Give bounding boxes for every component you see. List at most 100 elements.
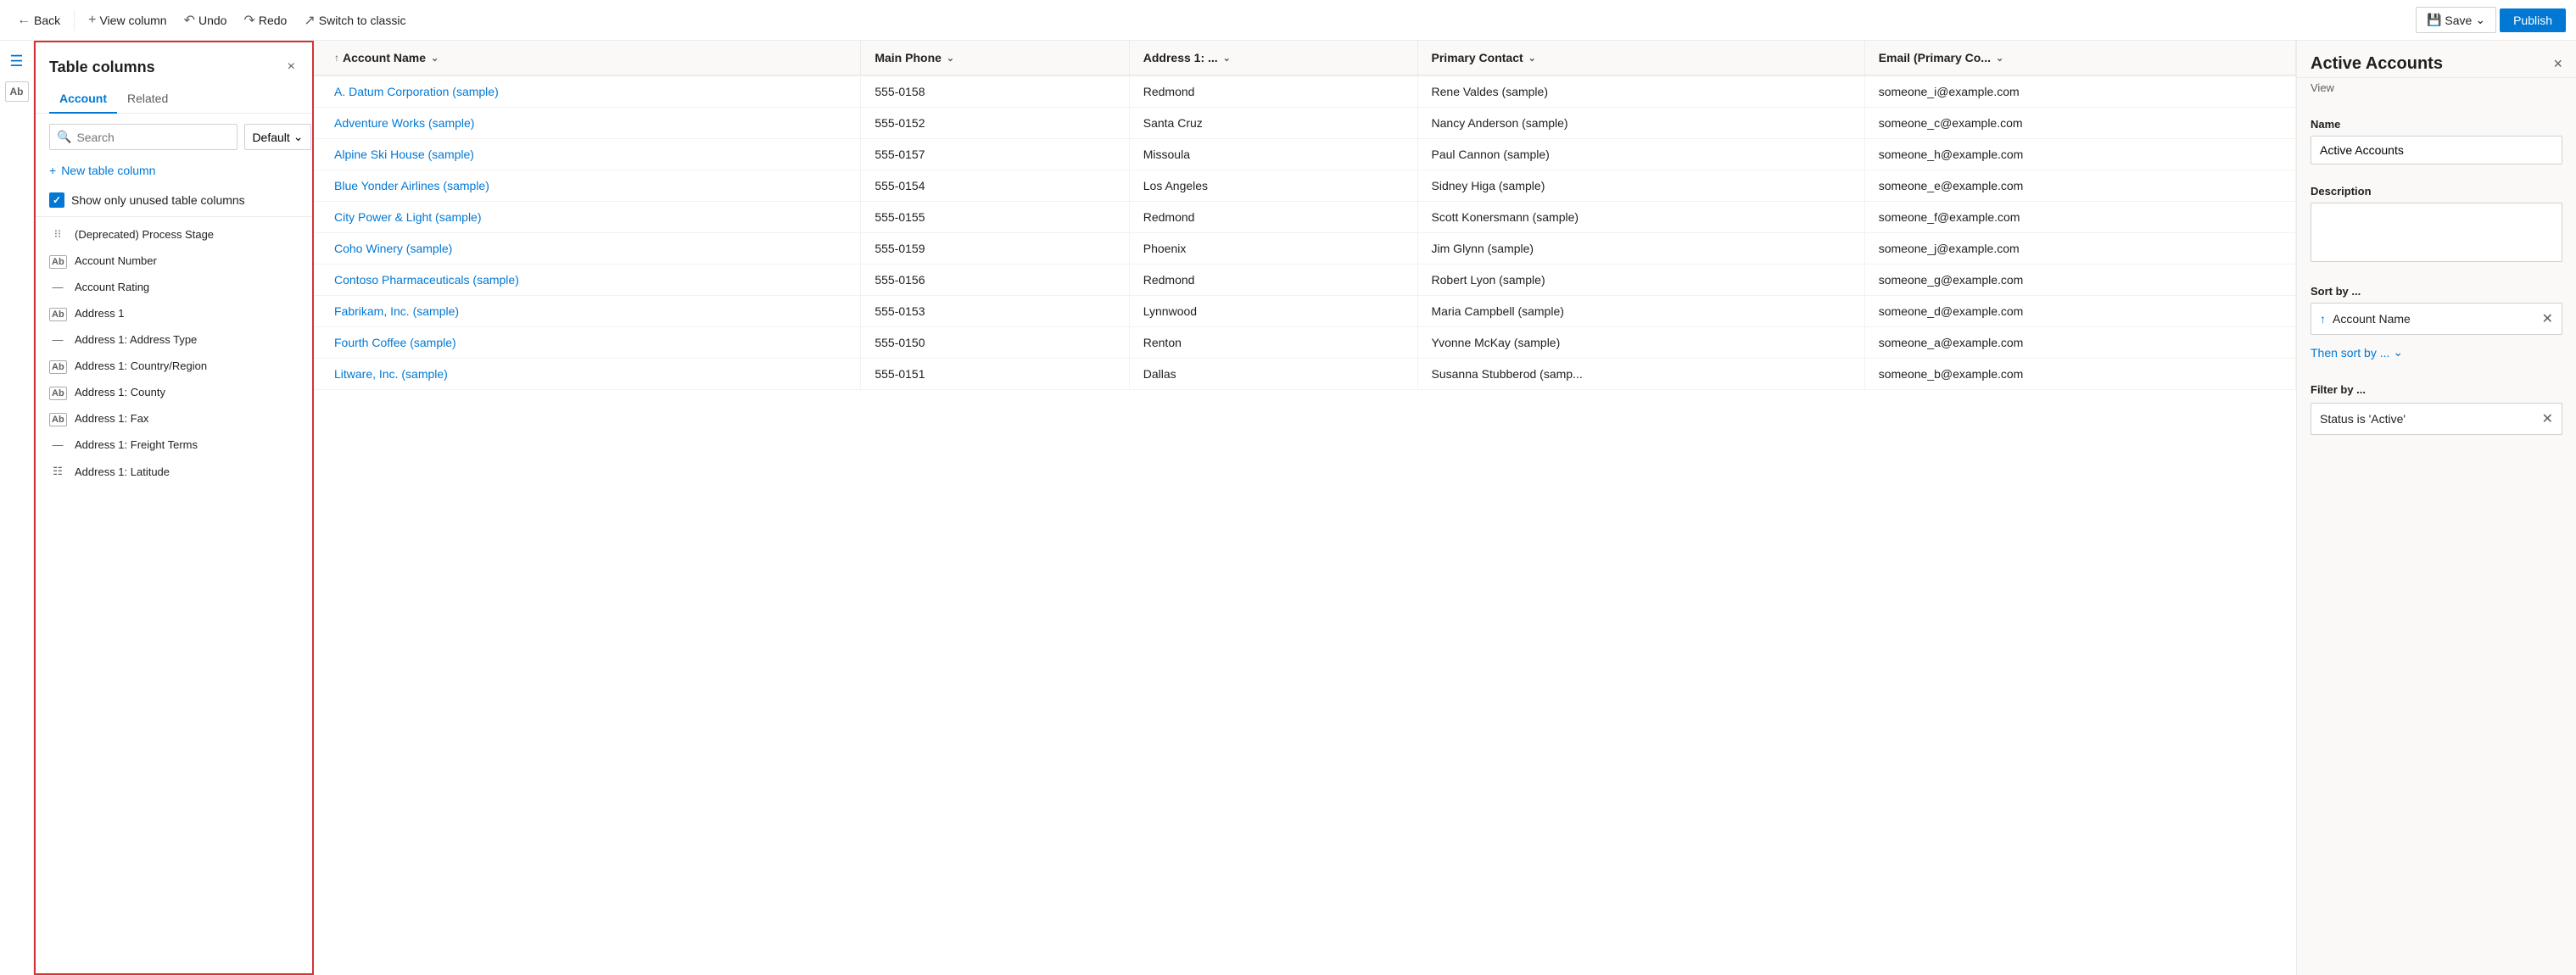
list-item[interactable]: — Address 1: Freight Terms [36, 432, 312, 458]
default-dropdown[interactable]: Default ⌄ [244, 124, 310, 150]
col-header-label: Account Name [343, 51, 426, 64]
col-header-chevron-icon: ⌄ [947, 53, 954, 64]
rp-close-button[interactable]: × [2553, 55, 2562, 73]
new-column-button[interactable]: + New table column [49, 160, 155, 181]
table-row[interactable]: Contoso Pharmaceuticals (sample)555-0156… [314, 265, 2296, 296]
filter-remove-button[interactable]: ✕ [2542, 410, 2553, 427]
col-name-label: Address 1: Latitude [75, 465, 299, 478]
account-link[interactable]: Alpine Ski House (sample) [334, 148, 474, 161]
account-link[interactable]: Fabrikam, Inc. (sample) [334, 304, 459, 318]
search-box: 🔍 [49, 124, 237, 150]
table-header-cell[interactable]: ↑Account Name⌄ [314, 41, 861, 75]
rp-description-textarea[interactable] [2311, 203, 2562, 262]
redo-button[interactable]: ↷ Redo [237, 8, 293, 32]
list-item[interactable]: Ab Address 1: County [36, 379, 312, 405]
account-link[interactable]: A. Datum Corporation (sample) [334, 85, 499, 98]
col-header-chevron-icon: ⌄ [1223, 53, 1231, 64]
publish-button[interactable]: Publish [2500, 8, 2566, 32]
filter-value-label: Status is 'Active' [2320, 412, 2535, 426]
table-cell: Dallas [1129, 359, 1417, 390]
list-item[interactable]: Ab Address 1 [36, 300, 312, 326]
table-row[interactable]: Adventure Works (sample)555-0152Santa Cr… [314, 108, 2296, 139]
list-item[interactable]: ⁝⁝ (Deprecated) Process Stage [36, 220, 312, 248]
table-cell: 555-0154 [861, 170, 1129, 202]
then-sort-button[interactable]: Then sort by ... ⌄ [2311, 342, 2403, 363]
rp-title: Active Accounts [2311, 54, 2443, 74]
redo-icon: ↷ [243, 12, 254, 29]
list-item[interactable]: Ab Address 1: Fax [36, 405, 312, 432]
table-row[interactable]: A. Datum Corporation (sample)555-0158Red… [314, 75, 2296, 108]
save-button[interactable]: 💾 Save ⌄ [2416, 7, 2496, 33]
table-cell: 555-0152 [861, 108, 1129, 139]
list-item[interactable]: ☷ Address 1: Latitude [36, 458, 312, 485]
undo-button[interactable]: ↶ Undo [177, 8, 234, 32]
toolbar-separator-1 [74, 10, 75, 31]
table-row[interactable]: Alpine Ski House (sample)555-0157Missoul… [314, 139, 2296, 170]
col-header-chevron-icon: ⌄ [431, 53, 439, 64]
account-link[interactable]: Contoso Pharmaceuticals (sample) [334, 273, 519, 287]
show-unused-checkbox[interactable] [49, 192, 64, 208]
list-item[interactable]: Ab Address 1: Country/Region [36, 353, 312, 379]
panel-close-button[interactable]: × [284, 56, 299, 78]
table-cell: Robert Lyon (sample) [1417, 265, 1864, 296]
account-link[interactable]: Adventure Works (sample) [334, 116, 474, 130]
toolbar-right: 💾 Save ⌄ Publish [2416, 7, 2566, 33]
rp-name-input[interactable] [2311, 136, 2562, 164]
table-header-cell[interactable]: Email (Primary Co...⌄ [1864, 41, 2295, 75]
col-name-label: Address 1: Country/Region [75, 359, 299, 372]
back-icon: ← [17, 13, 31, 28]
table-row[interactable]: Fabrikam, Inc. (sample)555-0153LynnwoodM… [314, 296, 2296, 327]
table-cell: Scott Konersmann (sample) [1417, 202, 1864, 233]
table-cell: Alpine Ski House (sample) [314, 139, 861, 170]
main-layout: ☰ Ab Table columns × Account Related 🔍 D… [0, 41, 2576, 975]
col-header-label: Main Phone [874, 51, 942, 64]
col-header-label: Address 1: ... [1143, 51, 1218, 64]
switch-classic-label: Switch to classic [319, 14, 406, 27]
search-input[interactable] [76, 131, 230, 144]
tab-account[interactable]: Account [49, 85, 117, 114]
account-link[interactable]: Coho Winery (sample) [334, 242, 452, 255]
rp-subtitle: View [2297, 78, 2576, 104]
table-row[interactable]: Blue Yonder Airlines (sample)555-0154Los… [314, 170, 2296, 202]
panel-search-row: 🔍 Default ⌄ [36, 114, 312, 157]
table-row[interactable]: City Power & Light (sample)555-0155Redmo… [314, 202, 2296, 233]
redo-label: Redo [259, 14, 287, 27]
col-type-icon: ⁝⁝ [49, 227, 66, 241]
list-item[interactable]: Ab Account Number [36, 248, 312, 274]
account-link[interactable]: Blue Yonder Airlines (sample) [334, 179, 489, 192]
table-row[interactable]: Fourth Coffee (sample)555-0150RentonYvon… [314, 327, 2296, 359]
table-row[interactable]: Litware, Inc. (sample)555-0151DallasSusa… [314, 359, 2296, 390]
view-column-button[interactable]: + View column [81, 9, 173, 31]
switch-classic-button[interactable]: ↗ Switch to classic [297, 8, 412, 32]
tab-related[interactable]: Related [117, 85, 178, 114]
then-sort-chevron-icon: ⌄ [2393, 345, 2403, 359]
col-name-label: Address 1: Address Type [75, 333, 299, 346]
table-header-cell[interactable]: Primary Contact⌄ [1417, 41, 1864, 75]
col-header-label: Primary Contact [1432, 51, 1523, 64]
table-cell: Rene Valdes (sample) [1417, 75, 1864, 108]
account-link[interactable]: Litware, Inc. (sample) [334, 367, 448, 381]
account-link[interactable]: Fourth Coffee (sample) [334, 336, 456, 349]
table-header-cell[interactable]: Main Phone ⌄ [861, 41, 1129, 75]
table-cell: someone_i@example.com [1864, 75, 2295, 108]
nav-menu-icon[interactable]: ☰ [3, 47, 31, 75]
col-type-icon: — [49, 281, 66, 293]
switch-icon: ↗ [304, 12, 315, 29]
columns-panel: Table columns × Account Related 🔍 Defaul… [34, 41, 314, 975]
sort-remove-button[interactable]: ✕ [2542, 310, 2553, 327]
list-item[interactable]: — Address 1: Address Type [36, 326, 312, 353]
list-item[interactable]: — Account Rating [36, 274, 312, 300]
table-cell: someone_a@example.com [1864, 327, 2295, 359]
col-name-label: Account Rating [75, 281, 299, 293]
table-cell: someone_f@example.com [1864, 202, 2295, 233]
rp-sort-label: Sort by ... [2311, 285, 2562, 298]
account-link[interactable]: City Power & Light (sample) [334, 210, 482, 224]
table-cell: Litware, Inc. (sample) [314, 359, 861, 390]
plus-icon: + [49, 164, 56, 177]
table-cell: Fabrikam, Inc. (sample) [314, 296, 861, 327]
table-header-cell[interactable]: Address 1: ... ⌄ [1129, 41, 1417, 75]
nav-text-icon[interactable]: Ab [5, 81, 29, 102]
table-row[interactable]: Coho Winery (sample)555-0159PhoenixJim G… [314, 233, 2296, 265]
table-cell: Missoula [1129, 139, 1417, 170]
back-button[interactable]: ← Back [10, 9, 67, 31]
